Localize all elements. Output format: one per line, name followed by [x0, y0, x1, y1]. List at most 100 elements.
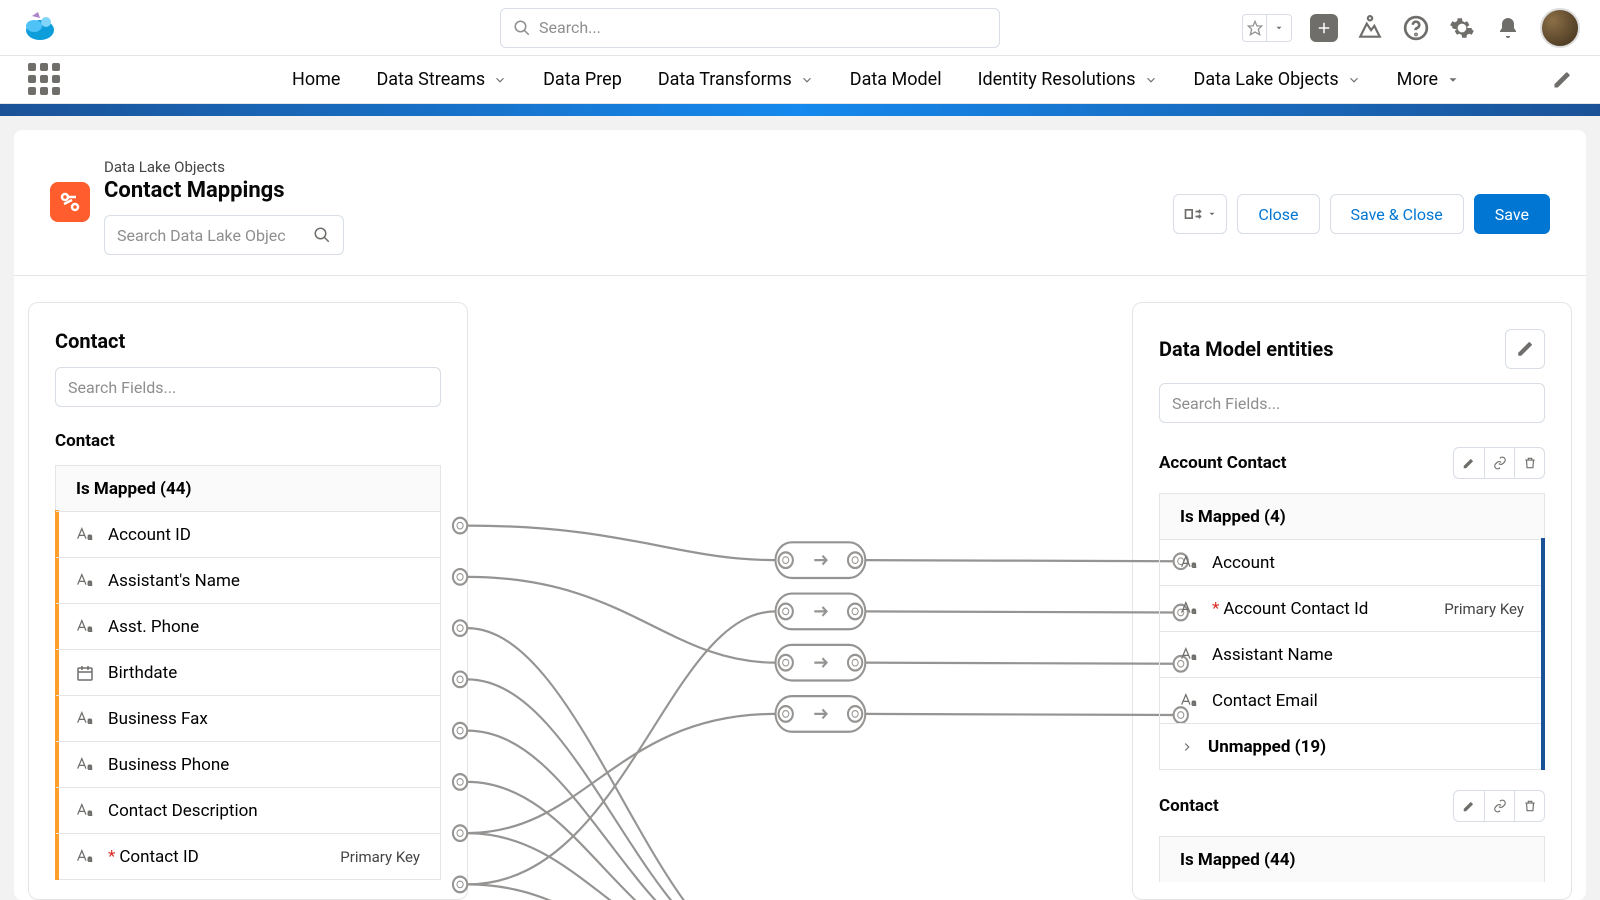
layout-toggle-button[interactable]: [1173, 194, 1227, 234]
field-label: Contact ID: [119, 847, 198, 867]
nav-data-streams[interactable]: Data Streams: [376, 69, 507, 90]
star-icon[interactable]: [1243, 15, 1267, 41]
field-row[interactable]: aAccount: [1160, 539, 1544, 585]
global-search-input[interactable]: [539, 18, 987, 37]
text-type-icon: a: [76, 757, 96, 773]
field-label: Account ID: [108, 525, 191, 545]
svg-text:a: a: [88, 624, 93, 632]
notifications-icon[interactable]: [1494, 14, 1522, 42]
edit-entities-button[interactable]: [1505, 329, 1545, 369]
nav-more[interactable]: More: [1397, 69, 1460, 90]
field-label: Contact Email: [1212, 691, 1318, 711]
salesforce-logo[interactable]: [20, 8, 60, 48]
target-mapped-header-2[interactable]: Is Mapped (44): [1159, 836, 1545, 882]
entity-actions: [1453, 790, 1545, 822]
nav-label: Identity Resolutions: [978, 69, 1136, 90]
dlo-search[interactable]: [104, 215, 344, 255]
field-row[interactable]: a*Contact IDPrimary Key: [56, 833, 440, 879]
field-row[interactable]: a Contact Email: [1160, 677, 1544, 723]
field-label: Business Fax: [108, 709, 208, 729]
help-icon[interactable]: [1402, 14, 1430, 42]
field-label: Asst. Phone: [108, 617, 199, 637]
source-field-search[interactable]: [55, 367, 441, 407]
delete-entity-button[interactable]: [1514, 448, 1544, 478]
delete-entity-button[interactable]: [1514, 791, 1544, 821]
link-entity-button[interactable]: [1484, 448, 1514, 478]
target-panel: Data Model entities Account Contact Is M…: [1132, 302, 1572, 900]
settings-icon[interactable]: [1448, 14, 1476, 42]
text-type-icon: a: [76, 803, 96, 819]
chevron-down-icon: [493, 73, 507, 87]
field-label: Account: [1212, 553, 1275, 573]
nav-label: Data Streams: [376, 69, 485, 90]
svg-text:a: a: [1192, 698, 1197, 706]
nav-identity-resolutions[interactable]: Identity Resolutions: [978, 69, 1158, 90]
edit-entity-button[interactable]: [1454, 448, 1484, 478]
required-marker: *: [108, 847, 115, 867]
edit-nav-icon[interactable]: [1552, 70, 1572, 90]
required-marker: *: [1212, 599, 1219, 619]
field-row[interactable]: a Account ID: [56, 511, 440, 557]
text-type-icon: a: [1180, 601, 1200, 617]
save-and-close-button[interactable]: Save & Close: [1330, 194, 1464, 234]
chevron-down-icon[interactable]: [1267, 15, 1291, 41]
field-row[interactable]: aAssistant's Name: [56, 557, 440, 603]
nav-home[interactable]: Home: [292, 69, 340, 90]
source-section-label: Contact: [55, 431, 441, 451]
save-button[interactable]: Save: [1474, 194, 1550, 234]
nav-label: Data Transforms: [658, 69, 792, 90]
target-mapped-header[interactable]: Is Mapped (4): [1159, 493, 1545, 539]
breadcrumb: Data Lake Objects: [104, 158, 344, 176]
nav-data-model[interactable]: Data Model: [850, 69, 942, 90]
text-type-icon: a: [76, 619, 96, 635]
source-field-search-input[interactable]: [68, 378, 428, 397]
nav-data-prep[interactable]: Data Prep: [543, 69, 622, 90]
global-search[interactable]: [500, 8, 1000, 48]
trailhead-icon[interactable]: [1356, 14, 1384, 42]
global-add-button[interactable]: [1310, 14, 1338, 42]
text-type-icon: a: [1180, 647, 1200, 663]
chevron-right-icon: [1180, 740, 1194, 754]
text-type-icon: a: [76, 711, 96, 727]
svg-text:a: a: [1192, 652, 1197, 660]
field-row[interactable]: a Contact Description: [56, 787, 440, 833]
close-button[interactable]: Close: [1237, 194, 1319, 234]
text-type-icon: a: [76, 849, 96, 865]
target-field-search[interactable]: [1159, 383, 1545, 423]
link-entity-button[interactable]: [1484, 791, 1514, 821]
chevron-down-icon: [1144, 73, 1158, 87]
dlo-search-input[interactable]: [117, 226, 313, 245]
app-launcher[interactable]: [28, 63, 62, 97]
field-label: Contact Description: [108, 801, 258, 821]
text-type-icon: a: [1180, 693, 1200, 709]
text-type-icon: a: [76, 573, 96, 589]
field-row[interactable]: a Asst. Phone: [56, 603, 440, 649]
target-field-search-input[interactable]: [1172, 394, 1532, 413]
field-row[interactable]: aAssistant Name: [1160, 631, 1544, 677]
page-title: Contact Mappings: [104, 178, 344, 203]
field-row[interactable]: a*Account Contact IdPrimary Key: [1160, 585, 1544, 631]
nav-data-transforms[interactable]: Data Transforms: [658, 69, 814, 90]
field-label: Account Contact Id: [1223, 599, 1368, 619]
field-row[interactable]: aBusiness Phone: [56, 741, 440, 787]
edit-entity-button[interactable]: [1454, 791, 1484, 821]
page-icon: [50, 182, 90, 222]
source-title: Contact: [55, 329, 441, 353]
caret-down-icon: [1446, 73, 1460, 87]
svg-text:a: a: [88, 808, 93, 816]
svg-text:a: a: [88, 532, 93, 540]
user-avatar[interactable]: [1540, 8, 1580, 48]
entity-name: Contact: [1159, 796, 1219, 816]
unmapped-toggle[interactable]: Unmapped (19): [1160, 723, 1544, 769]
target-title: Data Model entities: [1159, 337, 1333, 361]
nav-data-lake-objects[interactable]: Data Lake Objects: [1194, 69, 1361, 90]
favorites-menu[interactable]: [1242, 14, 1292, 42]
nav-label: Data Model: [850, 69, 942, 90]
source-mapped-header[interactable]: Is Mapped (44): [55, 465, 441, 511]
nav-label: Home: [292, 69, 340, 90]
field-row[interactable]: Birthdate: [56, 649, 440, 695]
unmapped-label: Unmapped (19): [1208, 737, 1326, 757]
chevron-down-icon: [800, 73, 814, 87]
search-icon: [513, 19, 531, 37]
field-row[interactable]: a Business Fax: [56, 695, 440, 741]
